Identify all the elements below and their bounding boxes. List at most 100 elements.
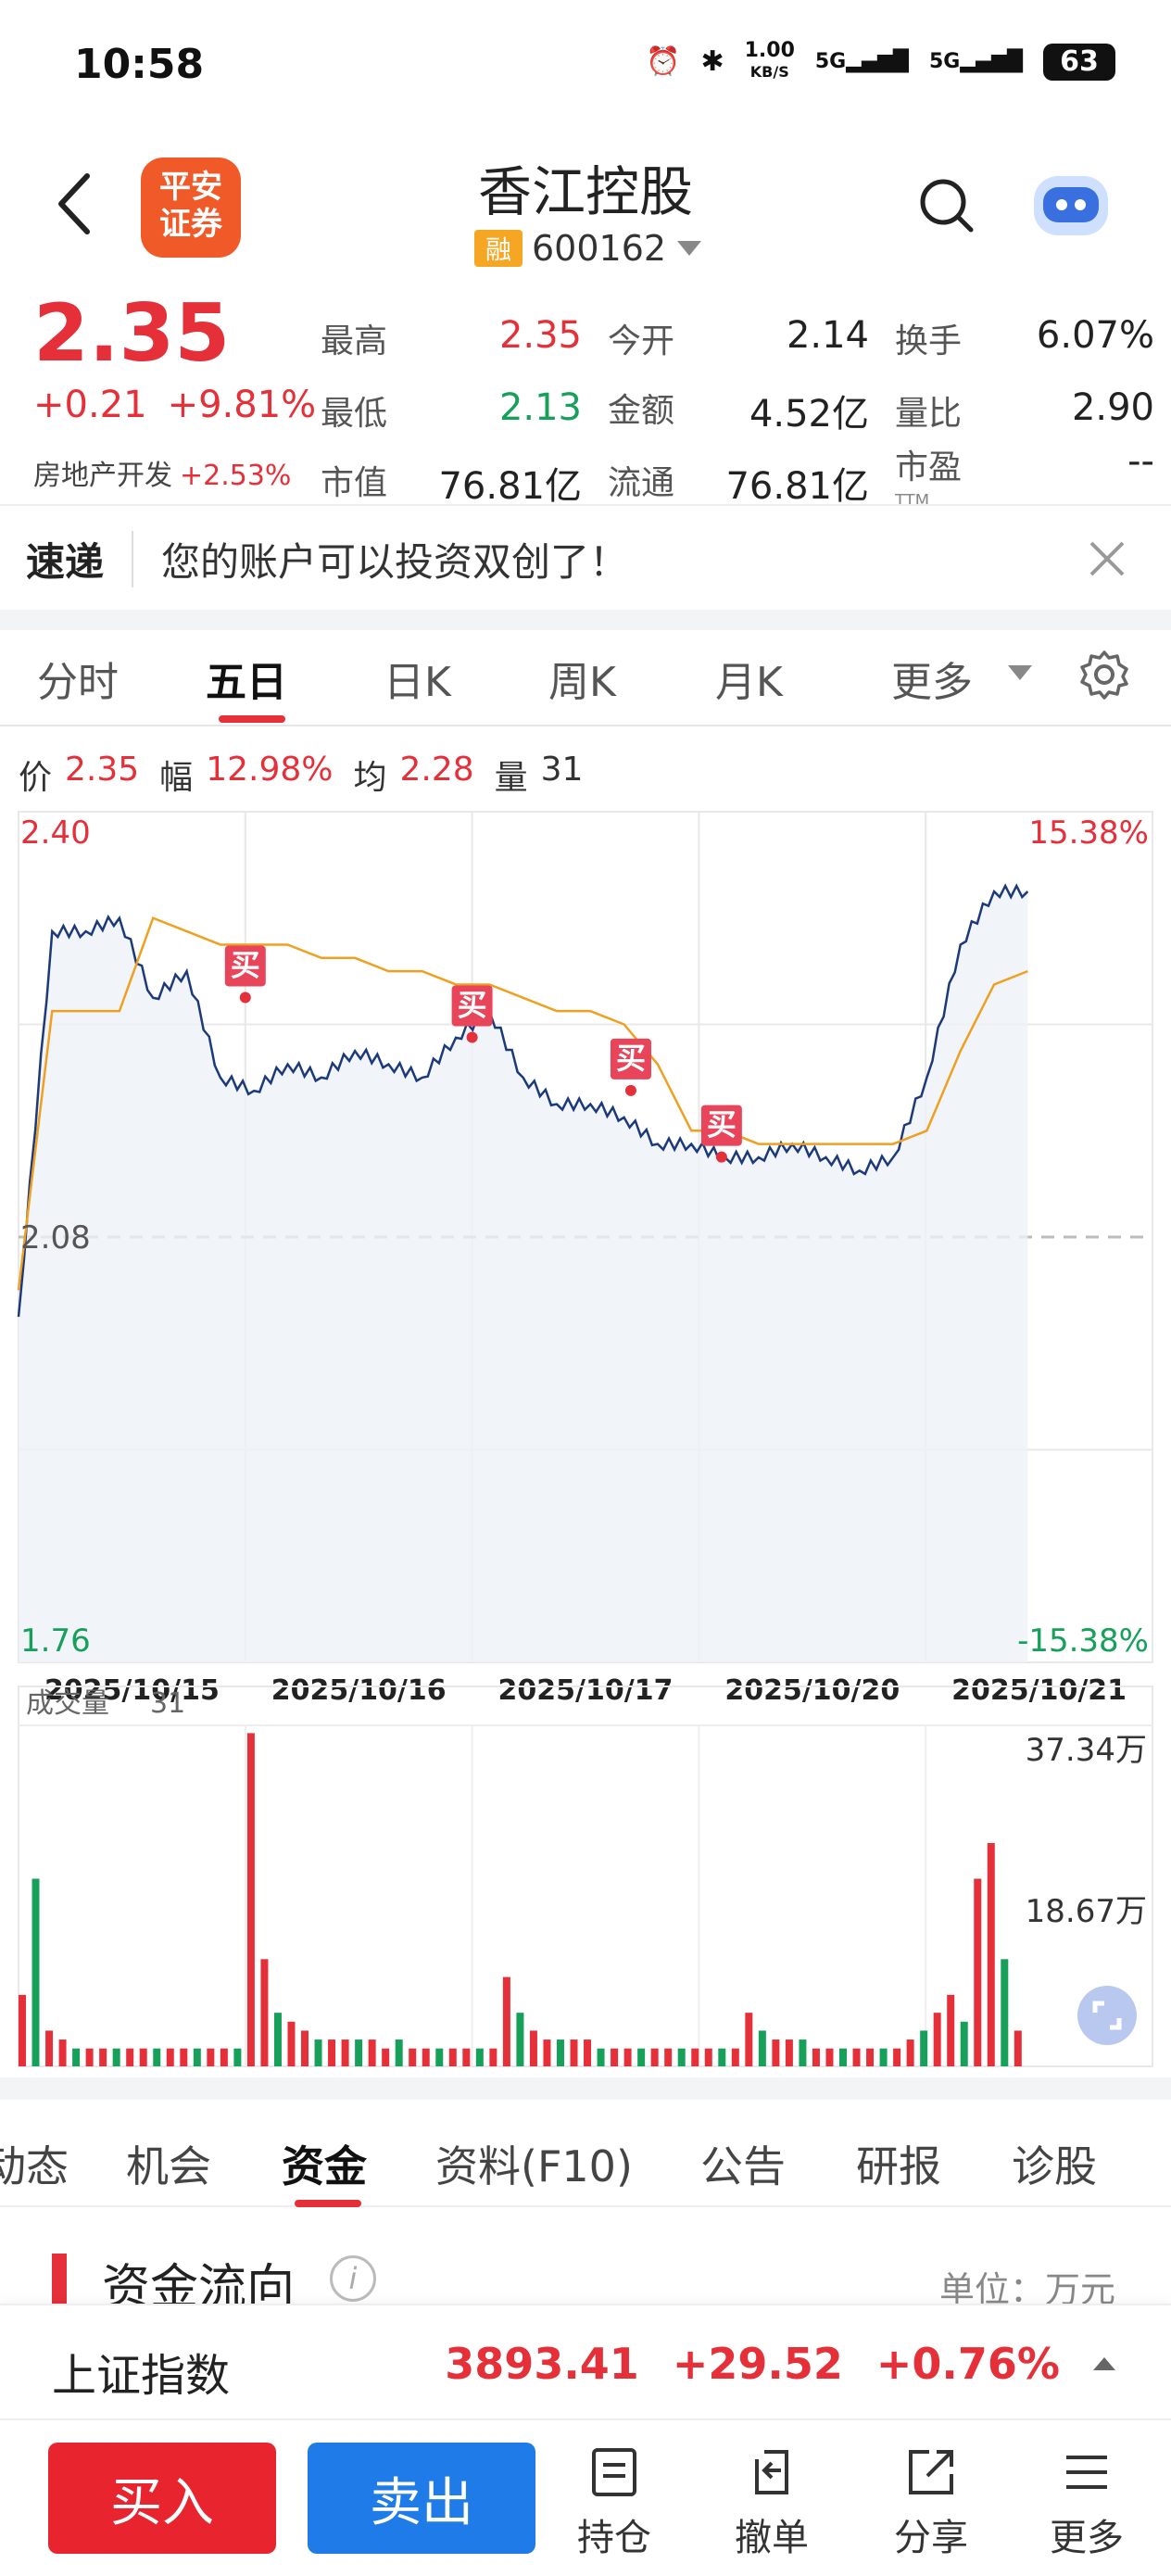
alarm-icon: ⏰ — [646, 45, 681, 78]
caret-up-icon[interactable] — [1093, 2357, 1115, 2370]
buy-button[interactable]: 买入 — [48, 2443, 276, 2554]
period-tabs: 分时 五日 日K 周K 月K 更多 — [0, 630, 1171, 726]
cancel-order-button[interactable]: 撤单 — [711, 2444, 832, 2561]
volume-bar — [933, 2013, 941, 2066]
sector-name: 房地产开发 — [33, 460, 172, 492]
volume-bar — [516, 2013, 524, 2066]
y-axis-max-label: 2.40 — [20, 814, 91, 852]
sector-info[interactable]: 房地产开发 +2.53% — [33, 452, 291, 493]
volume-bar — [799, 2039, 807, 2066]
volume-bar — [731, 2048, 739, 2066]
y-axis-min-label: 1.76 — [20, 1623, 91, 1660]
quote-label: 流通 — [608, 464, 675, 502]
change-value: +0.21 — [33, 384, 147, 426]
tab-weekly-k[interactable]: 周K — [548, 649, 616, 708]
quote-value: 76.81亿 — [438, 465, 582, 508]
volume-bar — [529, 2030, 537, 2066]
tab-research[interactable]: 研报 — [856, 2133, 941, 2194]
volume-bar — [947, 1994, 955, 2066]
broker-logo[interactable]: 平安 证券 — [141, 158, 241, 258]
volume-bar — [139, 2048, 147, 2066]
amplitude-value: 12.98% — [206, 751, 334, 789]
volume-bar — [301, 2030, 309, 2066]
share-button[interactable]: 分享 — [871, 2444, 991, 2561]
bluetooth-icon: ✱ — [700, 45, 724, 78]
info-icon[interactable]: i — [330, 2255, 376, 2302]
search-icon[interactable] — [917, 176, 976, 235]
quote-value: 2.14 — [786, 314, 869, 357]
tab-f10[interactable]: 资料(F10) — [435, 2133, 633, 2194]
index-percent: +0.76% — [875, 2339, 1060, 2389]
volume-mid-label: 18.67万 — [1026, 1893, 1147, 1930]
holdings-button[interactable]: 持仓 — [554, 2444, 674, 2561]
tab-daily-k[interactable]: 日K — [384, 649, 451, 708]
buy-marker-label: 买 — [616, 1041, 646, 1076]
volume-bar — [879, 2048, 888, 2066]
volume-bar — [597, 2048, 605, 2066]
quote-value: 76.81亿 — [725, 465, 869, 508]
volume-bar — [448, 2048, 457, 2066]
volume-bar — [180, 2048, 188, 2066]
tab-opportunity[interactable]: 机会 — [126, 2133, 211, 2194]
volume-bar — [772, 2039, 780, 2066]
quote-value: 4.52亿 — [749, 393, 869, 436]
volume-bar — [677, 2048, 686, 2066]
volume-bar — [611, 2048, 619, 2066]
signal-icon-2: 5G▂▄▆█ — [928, 50, 1023, 73]
volume-bar — [489, 2048, 497, 2066]
volume-bar — [839, 2048, 848, 2066]
volume-bar — [664, 2048, 673, 2066]
quote-label: 换手 — [895, 322, 963, 360]
price-label: 价 — [19, 759, 53, 797]
x-axis-date-label: 2025/10/20 — [724, 1674, 900, 1707]
tab-announcements[interactable]: 公告 — [700, 2133, 786, 2194]
volume-value: 31 — [540, 751, 584, 789]
quote-label: 最低 — [321, 395, 388, 433]
tab-intraday[interactable]: 分时 — [37, 649, 119, 708]
quote-value: 2.90 — [1071, 386, 1154, 429]
sell-button[interactable]: 卖出 — [308, 2443, 535, 2554]
tab-more[interactable]: 更多 — [891, 649, 973, 708]
five-day-chart[interactable]: 买买买买2.402.081.7615.38%-15.38%2025/10/15 2… — [0, 797, 1171, 2076]
info-tabs: 动态 机会 资金 资料(F10) 公告 研报 诊股 — [0, 2111, 1171, 2207]
current-price: 2.35 — [33, 287, 231, 380]
x-axis-date-label: 2025/10/21 — [951, 1674, 1127, 1707]
volume-bar — [314, 2039, 322, 2066]
more-button[interactable]: 更多 — [1026, 2444, 1147, 2561]
volume-label: 量 — [494, 759, 528, 797]
tab-five-day[interactable]: 五日 — [206, 649, 287, 708]
assistant-robot-icon[interactable] — [1026, 167, 1115, 241]
volume-bar — [328, 2039, 336, 2066]
tab-news[interactable]: 动态 — [0, 2133, 69, 2194]
y-axis-mid-label: 2.08 — [20, 1219, 91, 1256]
volume-bar — [341, 2039, 349, 2066]
volume-bar — [758, 2030, 766, 2066]
back-icon[interactable] — [48, 167, 104, 241]
stock-code-selector[interactable]: 融 600162 — [474, 228, 703, 269]
divider — [0, 504, 1171, 506]
tab-diagnosis[interactable]: 诊股 — [1012, 2133, 1097, 2194]
cancel-order-label: 撤单 — [735, 2517, 809, 2559]
y-axis-right-max-label: 15.38% — [1028, 814, 1149, 852]
volume-bar — [1014, 2030, 1022, 2066]
volume-bar — [650, 2048, 659, 2066]
quote-label: 今开 — [608, 322, 675, 360]
volume-bar — [906, 2039, 914, 2066]
notice-bar[interactable]: 速递 您的账户可以投资双创了！ — [0, 508, 1171, 610]
tab-funds[interactable]: 资金 — [282, 2133, 367, 2194]
fullscreen-expand-icon[interactable] — [1075, 1983, 1140, 2048]
x-axis-date-label: 2025/10/17 — [498, 1674, 674, 1707]
tab-monthly-k[interactable]: 月K — [715, 649, 783, 708]
close-icon[interactable] — [1082, 534, 1132, 584]
index-ticker-bar[interactable]: 上证指数 3893.41 +29.52 +0.76% — [0, 2304, 1171, 2418]
volume-bar — [260, 1959, 269, 2066]
volume-last: 31 — [150, 1687, 185, 1720]
section-gap — [0, 610, 1171, 630]
average-label: 均 — [353, 759, 387, 797]
volume-bar — [193, 2048, 201, 2066]
chevron-down-icon — [677, 241, 702, 256]
index-change: +29.52 — [672, 2339, 843, 2389]
price-area-fill — [19, 891, 1028, 1662]
settings-gear-icon[interactable] — [1078, 649, 1130, 701]
volume-bar — [704, 2048, 712, 2066]
